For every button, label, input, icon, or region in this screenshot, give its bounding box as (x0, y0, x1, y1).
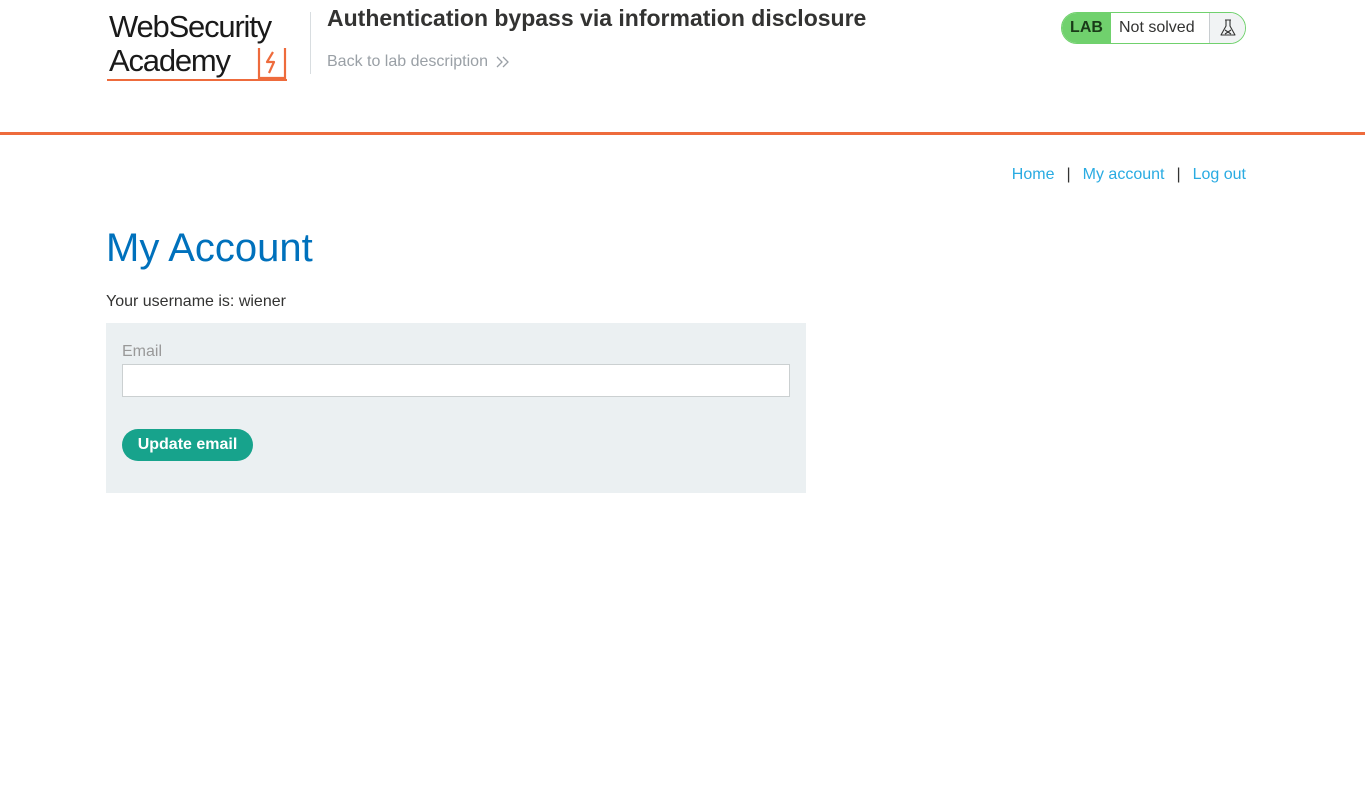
logo-text-line2: Academy (109, 43, 231, 78)
email-field[interactable] (122, 364, 790, 397)
lab-status-text: Not solved (1111, 13, 1210, 43)
nav-separator: | (1176, 166, 1181, 183)
back-link-label: Back to lab description (327, 53, 488, 70)
nav-separator: | (1066, 166, 1071, 183)
page-title: My Account (106, 226, 313, 270)
lab-status-icon-cell (1210, 13, 1245, 43)
nav-log-out-link[interactable]: Log out (1193, 165, 1246, 185)
update-email-form: Email Update email (106, 323, 806, 493)
update-email-button[interactable]: Update email (122, 429, 253, 461)
header-divider (310, 12, 311, 74)
lab-status-widget: LAB Not solved (1061, 12, 1246, 44)
back-to-lab-description-link[interactable]: Back to lab description (327, 52, 510, 72)
nav-home-link[interactable]: Home (1012, 165, 1055, 185)
nav-my-account-link[interactable]: My account (1083, 165, 1165, 185)
top-navigation: Home | My account | Log out (1012, 165, 1246, 185)
logo-underline-stroke (107, 79, 287, 81)
logo-flame-icon (257, 48, 287, 80)
lab-title: Authentication bypass via information di… (327, 5, 867, 31)
email-label: Email (122, 343, 163, 360)
flask-icon (1219, 19, 1236, 36)
lab-badge: LAB (1062, 13, 1111, 43)
double-chevron-right-icon (496, 56, 509, 68)
web-security-academy-logo[interactable]: WebSecurity Academy (107, 10, 307, 82)
username-info: Your username is: wiener (106, 293, 286, 310)
site-header: WebSecurity Academy Authentication bypas… (0, 0, 1365, 135)
logo-text-line1: WebSecurity (109, 9, 272, 44)
